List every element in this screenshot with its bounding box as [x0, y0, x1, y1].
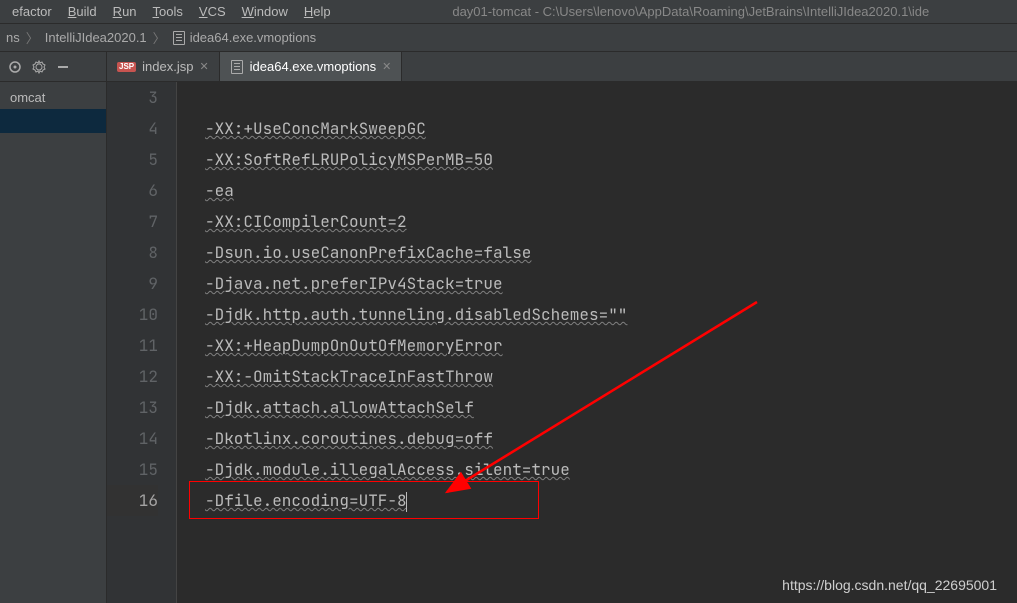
code-line[interactable]: -ea	[205, 175, 1017, 206]
code-line[interactable]: -XX:+UseConcMarkSweepGC	[205, 113, 1017, 144]
line-number: 5	[107, 144, 158, 175]
breadcrumb-item[interactable]: idea64.exe.vmoptions	[172, 30, 316, 45]
line-number: 13	[107, 392, 158, 423]
file-icon	[230, 60, 244, 74]
line-number: 12	[107, 361, 158, 392]
window-title: day01-tomcat - C:\Users\lenovo\AppData\R…	[339, 4, 1013, 19]
gear-icon[interactable]	[32, 60, 46, 74]
code-line[interactable]	[205, 82, 1017, 113]
line-number: 11	[107, 330, 158, 361]
editor-area: JSP index.jsp ✕ idea64.exe.vmoptions ✕ 3…	[107, 52, 1017, 603]
code-line[interactable]: -Dfile.encoding=UTF-8	[205, 485, 1017, 516]
menu-tools[interactable]: Tools	[145, 2, 191, 21]
close-icon[interactable]: ✕	[382, 60, 391, 73]
main-area: omcat JSP index.jsp ✕ idea64.exe.vmoptio…	[0, 52, 1017, 603]
sidebar: omcat	[0, 52, 107, 603]
code-line[interactable]: -Dkotlinx.coroutines.debug=off	[205, 423, 1017, 454]
code-line[interactable]: -XX:+HeapDumpOnOutOfMemoryError	[205, 330, 1017, 361]
code-line[interactable]: -XX:CICompilerCount=2	[205, 206, 1017, 237]
line-number: 16	[107, 485, 158, 516]
line-number: 9	[107, 268, 158, 299]
menu-vcs[interactable]: VCS	[191, 2, 234, 21]
breadcrumb-item[interactable]: IntelliJIdea2020.1	[45, 30, 147, 45]
menu-refactor[interactable]: efactor	[4, 2, 60, 21]
line-number: 15	[107, 454, 158, 485]
sidebar-toolbar	[0, 52, 106, 82]
menu-window[interactable]: Window	[234, 2, 296, 21]
line-number: 4	[107, 113, 158, 144]
editor-tabs: JSP index.jsp ✕ idea64.exe.vmoptions ✕	[107, 52, 1017, 82]
menubar: efactor Build Run Tools VCS Window Help …	[0, 0, 1017, 24]
watermark: https://blog.csdn.net/qq_22695001	[782, 577, 997, 593]
project-tree[interactable]: omcat	[0, 82, 106, 603]
line-number: 3	[107, 82, 158, 113]
close-icon[interactable]: ✕	[199, 60, 208, 73]
tab-index-jsp[interactable]: JSP index.jsp ✕	[107, 52, 220, 81]
line-number: 6	[107, 175, 158, 206]
code-line[interactable]: -XX:-OmitStackTraceInFastThrow	[205, 361, 1017, 392]
tab-vmoptions[interactable]: idea64.exe.vmoptions ✕	[220, 52, 403, 81]
jsp-icon: JSP	[117, 62, 136, 72]
code-content[interactable]: -XX:+UseConcMarkSweepGC-XX:SoftRefLRUPol…	[177, 82, 1017, 603]
code-line[interactable]: -XX:SoftRefLRUPolicyMSPerMB=50	[205, 144, 1017, 175]
line-number: 10	[107, 299, 158, 330]
menu-help[interactable]: Help	[296, 2, 339, 21]
code-line[interactable]: -Djava.net.preferIPv4Stack=true	[205, 268, 1017, 299]
breadcrumb-item[interactable]: ns	[6, 30, 20, 45]
collapse-icon[interactable]	[56, 60, 70, 74]
line-number: 8	[107, 237, 158, 268]
tab-label: idea64.exe.vmoptions	[250, 59, 376, 74]
file-icon	[172, 31, 186, 45]
line-number: 7	[107, 206, 158, 237]
tree-item-selected[interactable]	[0, 109, 106, 133]
chevron-right-icon: 〉	[26, 28, 39, 47]
code-editor[interactable]: 345678910111213141516 -XX:+UseConcMarkSw…	[107, 82, 1017, 603]
chevron-right-icon: 〉	[153, 28, 166, 47]
code-line[interactable]: -Dsun.io.useCanonPrefixCache=false	[205, 237, 1017, 268]
menu-run[interactable]: Run	[105, 2, 145, 21]
tab-label: index.jsp	[142, 59, 193, 74]
code-line[interactable]: -Djdk.http.auth.tunneling.disabledScheme…	[205, 299, 1017, 330]
line-gutter: 345678910111213141516	[107, 82, 177, 603]
code-line[interactable]: -Djdk.module.illegalAccess.silent=true	[205, 454, 1017, 485]
line-number: 14	[107, 423, 158, 454]
breadcrumb: ns 〉 IntelliJIdea2020.1 〉 idea64.exe.vmo…	[0, 24, 1017, 52]
menu-build[interactable]: Build	[60, 2, 105, 21]
select-opened-file-icon[interactable]	[8, 60, 22, 74]
code-line[interactable]: -Djdk.attach.allowAttachSelf	[205, 392, 1017, 423]
tree-item[interactable]: omcat	[0, 86, 106, 109]
